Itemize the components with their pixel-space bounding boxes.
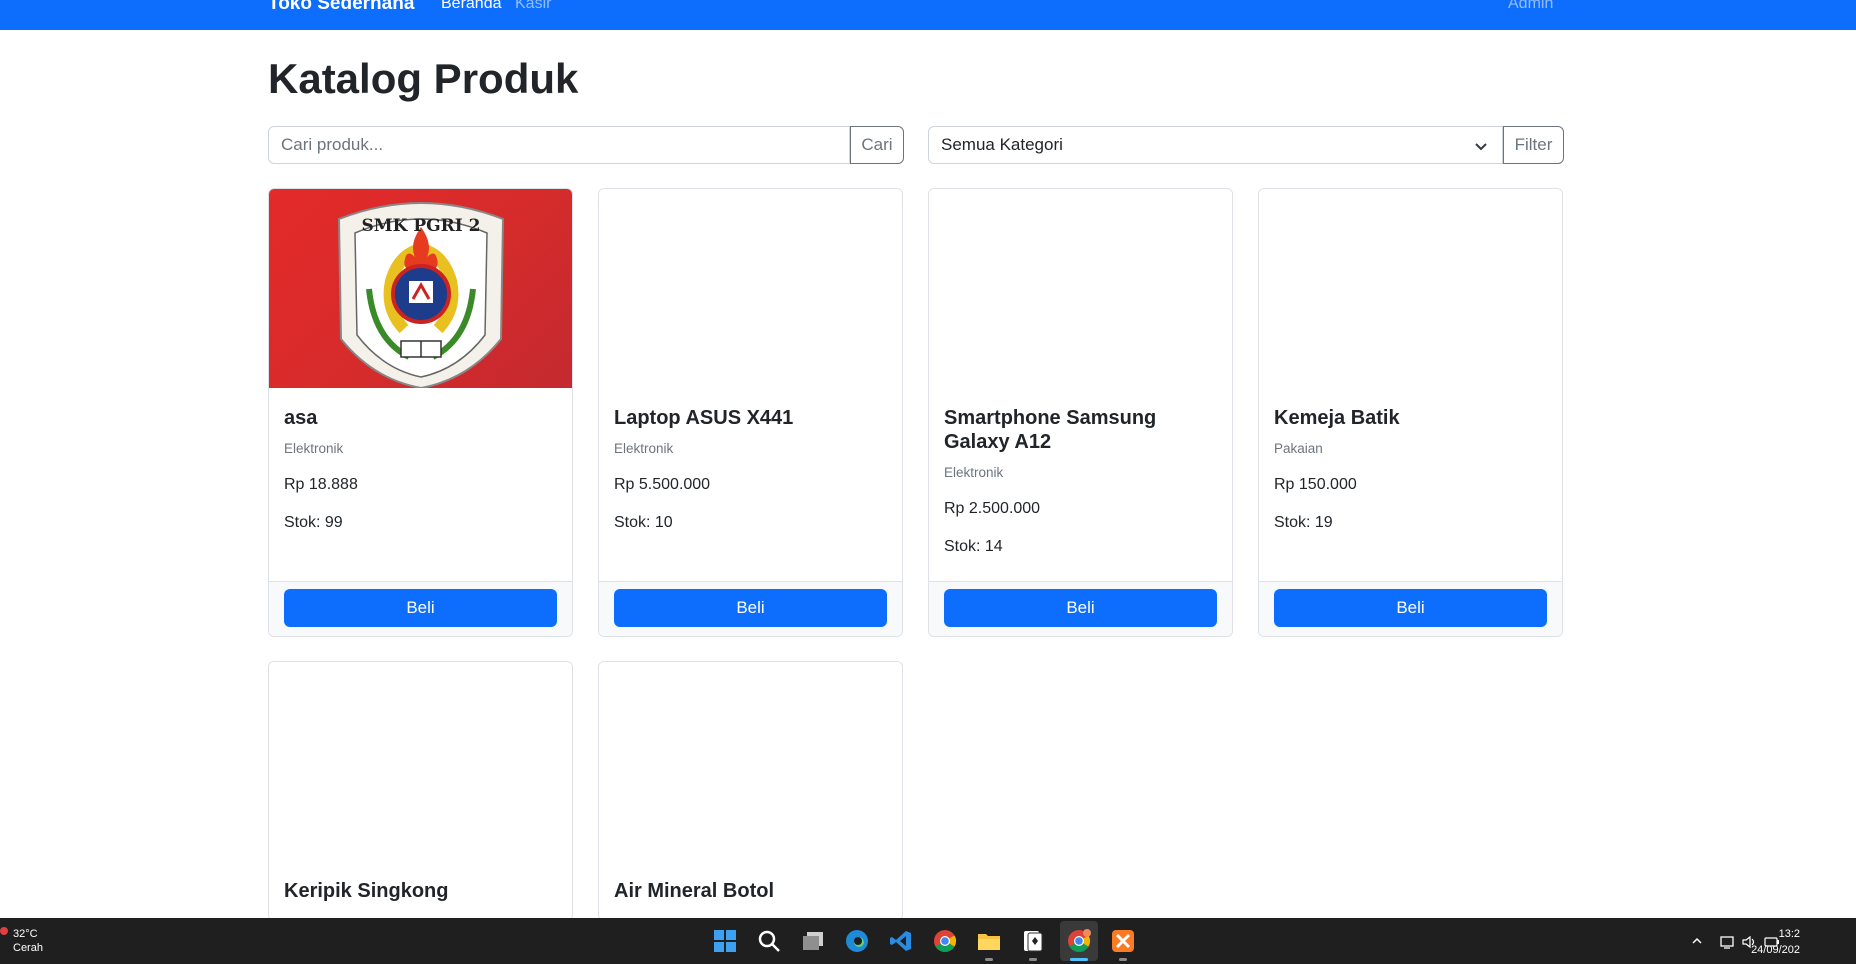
card-footer: Beli: [929, 581, 1232, 636]
product-stock: Stok: 10: [614, 514, 673, 531]
product-card: Laptop ASUS X441 Elektronik Rp 5.500.000…: [598, 188, 903, 637]
nav-user-admin[interactable]: Admin: [1508, 0, 1553, 13]
active-indicator: [1070, 958, 1088, 961]
product-price: Rp 2.500.000: [944, 500, 1041, 517]
search-input[interactable]: [268, 126, 850, 164]
weather-desc: Cerah: [13, 942, 43, 954]
nav-link-kasir[interactable]: Kasir: [515, 0, 551, 13]
filter-button[interactable]: Filter: [1503, 126, 1564, 164]
nav-link-beranda[interactable]: Beranda: [441, 0, 502, 13]
product-category: Elektronik: [614, 441, 674, 456]
product-stock: Stok: 99: [284, 514, 343, 531]
product-image: SMK PGRI 2: [269, 189, 572, 390]
product-stock: Stok: 14: [944, 538, 1003, 555]
chrome-icon[interactable]: [933, 929, 957, 953]
school-logo-icon: SMK PGRI 2: [337, 202, 505, 390]
card-footer: Beli: [269, 581, 572, 636]
vscode-icon[interactable]: [889, 929, 913, 953]
logo-text: SMK PGRI 2: [362, 216, 481, 236]
product-price: Rp 5.500.000: [614, 476, 711, 493]
product-image: [929, 189, 1232, 388]
product-card: SMK PGRI 2 asa Elektronik Rp 18.888 Stok…: [268, 188, 573, 637]
chevron-up-icon[interactable]: [1691, 935, 1703, 947]
product-card: Air Mineral Botol: [598, 661, 903, 921]
product-image: [599, 662, 902, 861]
running-indicator: [1029, 958, 1037, 961]
buy-button[interactable]: Beli: [284, 589, 557, 627]
running-indicator: [985, 958, 993, 961]
product-category: Elektronik: [944, 465, 1004, 480]
product-image: [1259, 189, 1562, 388]
search-icon[interactable]: [757, 929, 781, 953]
product-price: Rp 18.888: [284, 476, 358, 493]
product-image: [269, 662, 572, 861]
category-select-value: Semua Kategori: [941, 135, 1063, 154]
taskbar: [0, 918, 1856, 964]
file-explorer-icon[interactable]: [977, 929, 1001, 953]
task-view-icon[interactable]: [801, 929, 825, 953]
edge-icon[interactable]: [845, 929, 869, 953]
running-indicator: [1119, 958, 1127, 961]
category-select[interactable]: Semua Kategori: [928, 126, 1503, 164]
clock-date: 24/09/202: [1751, 944, 1800, 956]
product-name: Laptop ASUS X441: [614, 407, 794, 429]
product-category: Pakaian: [1274, 441, 1323, 456]
start-icon[interactable]: [713, 929, 737, 953]
chrome-profile-icon[interactable]: [1067, 929, 1091, 953]
network-icon[interactable]: [1720, 935, 1736, 949]
product-name: Air Mineral Botol: [614, 880, 775, 902]
product-stock: Stok: 19: [1274, 514, 1333, 531]
card-footer: Beli: [599, 581, 902, 636]
card-footer: Beli: [1259, 581, 1562, 636]
product-category: Elektronik: [284, 441, 344, 456]
xampp-icon[interactable]: [1111, 929, 1135, 953]
clock-clip: [1800, 927, 1856, 957]
product-card: Smartphone Samsung Galaxy A12 Elektronik…: [928, 188, 1233, 637]
product-card: Keripik Singkong: [268, 661, 573, 921]
clock-time: 13:2: [1778, 928, 1800, 940]
solitaire-icon[interactable]: [1021, 929, 1045, 953]
search-button[interactable]: Cari: [850, 126, 904, 164]
product-image: [599, 189, 902, 388]
buy-button[interactable]: Beli: [1274, 589, 1547, 627]
buy-button[interactable]: Beli: [944, 589, 1217, 627]
navbar-brand[interactable]: Toko Sederhana: [268, 0, 414, 15]
product-name: asa: [284, 407, 318, 429]
chevron-down-icon: [1475, 143, 1487, 151]
product-name: Smartphone Samsung Galaxy A12: [944, 407, 1157, 453]
navbar: Toko Sederhana Beranda Kasir Admin: [0, 0, 1856, 30]
product-price: Rp 150.000: [1274, 476, 1357, 493]
product-name: Keripik Singkong: [284, 880, 449, 902]
buy-button[interactable]: Beli: [614, 589, 887, 627]
product-card: Kemeja Batik Pakaian Rp 150.000 Stok: 19…: [1258, 188, 1563, 637]
weather-alert-icon: [0, 927, 8, 935]
weather-widget[interactable]: 32°C Cerah: [0, 927, 43, 955]
page-title: Katalog Produk: [268, 55, 579, 102]
product-name: Kemeja Batik: [1274, 407, 1400, 429]
